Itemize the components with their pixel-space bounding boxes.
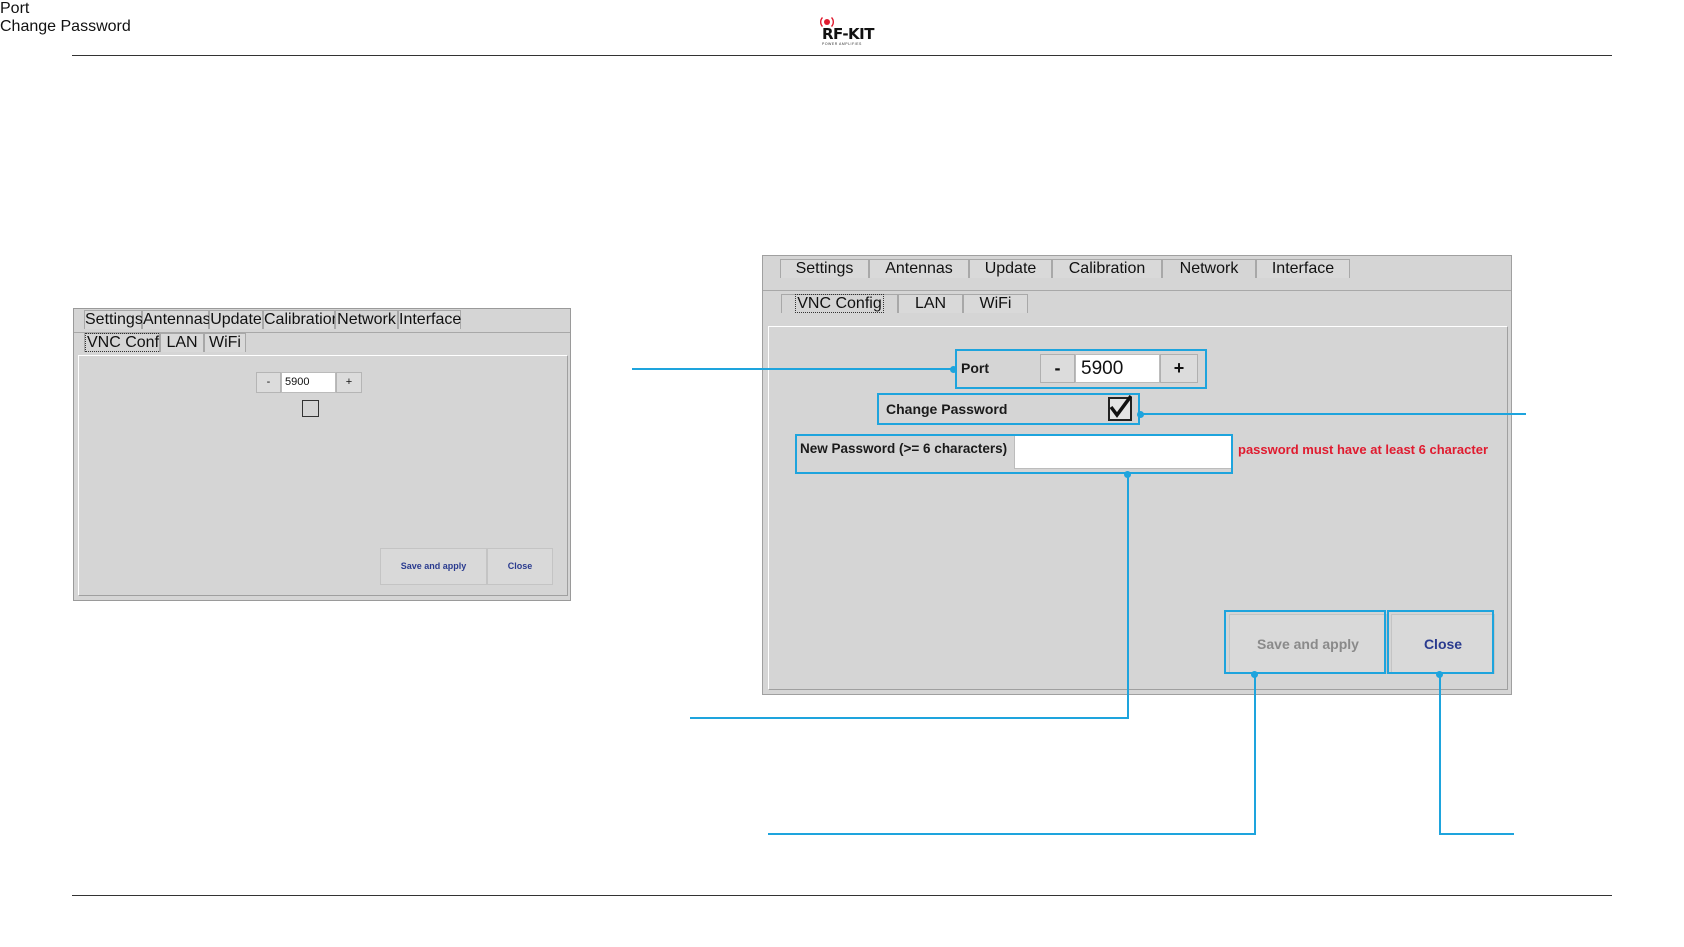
save-leader-dot — [1251, 671, 1258, 678]
tabbar-divider-large — [763, 290, 1511, 291]
tab-calibration[interactable]: Calibration — [263, 310, 340, 329]
subtabbar-large: VNC Config LAN WiFi — [781, 294, 1028, 313]
port-input[interactable]: 5900 — [281, 372, 336, 393]
tab-update[interactable]: Update — [969, 259, 1052, 278]
subtabbar-small: VNC Config LAN WiFi — [84, 333, 246, 352]
close-leader-horizontal — [1439, 833, 1514, 835]
subtab-wifi[interactable]: WiFi — [963, 294, 1028, 313]
password-error-message: password must have at least 6 character — [1238, 442, 1489, 457]
main-tabbar-small: Settings Antennas Update Calibration Net… — [84, 310, 461, 329]
tab-calibration[interactable]: Calibration — [1052, 259, 1162, 278]
port-increment-button[interactable]: + — [336, 372, 362, 393]
tab-update[interactable]: Update — [209, 310, 263, 329]
main-tabbar-large: Settings Antennas Update Calibration Net… — [780, 259, 1350, 278]
new-password-leader-dot — [1124, 471, 1131, 478]
save-leader-vertical — [1254, 674, 1256, 835]
tab-settings[interactable]: Settings — [84, 310, 143, 329]
logo-text: RF-KIT — [822, 25, 875, 43]
change-password-leader-line — [1140, 413, 1526, 415]
port-highlight — [955, 349, 1207, 389]
subtab-lan[interactable]: LAN — [898, 294, 963, 313]
close-button[interactable]: Close — [487, 548, 553, 585]
subtab-vnc-config[interactable]: VNC Config — [84, 333, 174, 352]
new-password-leader-vertical — [1127, 474, 1129, 719]
subtab-vnc-config-label: VNC Config — [795, 294, 884, 313]
subtab-wifi[interactable]: WiFi — [204, 333, 246, 352]
change-password-leader-dot — [1137, 411, 1144, 418]
tab-interface[interactable]: Interface — [398, 310, 461, 329]
change-password-checkbox[interactable] — [302, 400, 319, 417]
tab-network[interactable]: Network — [1162, 259, 1256, 278]
footer-rule — [72, 895, 1612, 896]
port-leader-line — [632, 368, 955, 370]
rf-kit-logo: RF-KIT POWER AMPLIFIES — [812, 12, 882, 48]
save-and-apply-highlight — [1224, 610, 1386, 674]
subtab-lan[interactable]: LAN — [160, 333, 204, 352]
tab-antennas[interactable]: Antennas — [142, 310, 211, 329]
new-password-leader-horizontal — [690, 717, 1129, 719]
tab-network[interactable]: Network — [335, 310, 398, 329]
subtab-vnc-config[interactable]: VNC Config — [781, 294, 898, 313]
logo-subtext: POWER AMPLIFIES — [822, 42, 862, 46]
new-password-highlight — [795, 434, 1233, 474]
header-rule — [72, 55, 1612, 56]
close-leader-dot — [1436, 671, 1443, 678]
close-highlight — [1387, 610, 1494, 674]
tab-antennas[interactable]: Antennas — [869, 259, 969, 278]
save-and-apply-button[interactable]: Save and apply — [380, 548, 487, 585]
tab-interface[interactable]: Interface — [1256, 259, 1350, 278]
close-leader-vertical — [1439, 674, 1441, 835]
change-password-highlight — [877, 393, 1140, 425]
save-leader-horizontal — [768, 833, 1256, 835]
port-leader-dot — [950, 366, 957, 373]
tab-settings[interactable]: Settings — [780, 259, 869, 278]
port-decrement-button[interactable]: - — [256, 372, 281, 393]
